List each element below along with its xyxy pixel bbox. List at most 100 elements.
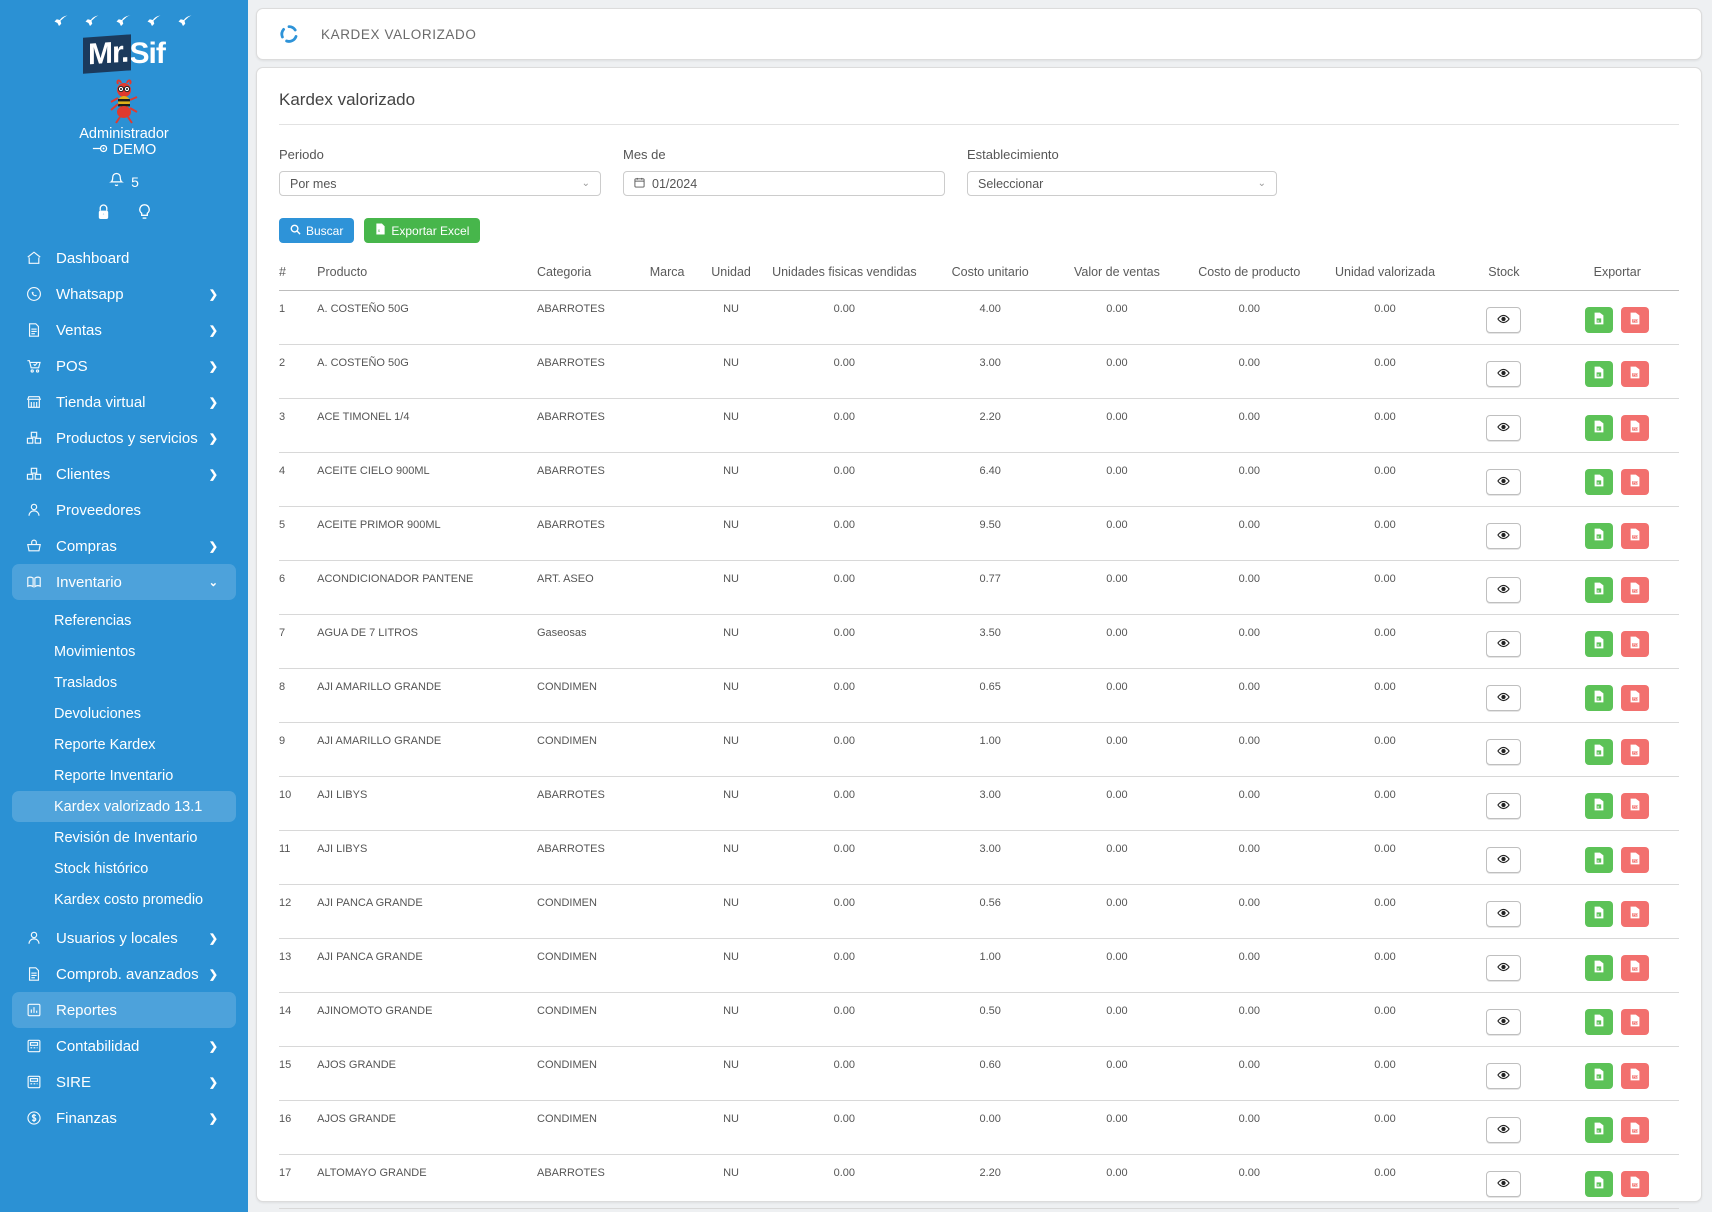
sidebar-item-usuarios-y-locales[interactable]: Usuarios y locales ❯ (12, 920, 236, 956)
export-row-pdf-button[interactable]: PDF (1621, 1117, 1650, 1143)
export-row-excel-button[interactable]: x (1585, 361, 1614, 387)
export-row-pdf-button[interactable]: PDF (1621, 469, 1650, 495)
export-row-pdf-button[interactable]: PDF (1621, 739, 1650, 765)
export-row-excel-button[interactable]: x (1585, 739, 1614, 765)
bulb-icon[interactable] (137, 203, 152, 226)
sidebar-item-comprob-avanzados[interactable]: Comprob. avanzados ❯ (12, 956, 236, 992)
lock-icon[interactable] (96, 203, 111, 226)
cell-costo-unitario: 0.77 (927, 560, 1053, 615)
sidebar-subitem-traslados[interactable]: Traslados (12, 667, 236, 698)
view-stock-button[interactable] (1486, 307, 1522, 333)
view-stock-button[interactable] (1486, 955, 1522, 981)
sidebar-item-contabilidad[interactable]: Contabilidad ❯ (12, 1028, 236, 1064)
sidebar-item-inventario[interactable]: Inventario ⌄ (12, 564, 236, 600)
export-row-excel-button[interactable]: x (1585, 955, 1614, 981)
view-stock-button[interactable] (1486, 1063, 1522, 1089)
view-stock-button[interactable] (1486, 523, 1522, 549)
export-row-excel-button[interactable]: x (1585, 1063, 1614, 1089)
sidebar-subitem-reporte-inventario[interactable]: Reporte Inventario (12, 760, 236, 791)
sidebar-subitem-revision-de-inventario[interactable]: Revisión de Inventario (12, 822, 236, 853)
sidebar-item-sire[interactable]: SIRE ❯ (12, 1064, 236, 1100)
view-stock-button[interactable] (1486, 685, 1522, 711)
sidebar-subitem-kardex-costo-promedio[interactable]: Kardex costo promedio (12, 884, 236, 915)
table-row: 5 ACEITE PRIMOR 900ML ABARROTES NU 0.00 9.50 0… (279, 506, 1679, 561)
sidebar-subitem-reporte-kardex[interactable]: Reporte Kardex (12, 729, 236, 760)
export-row-excel-button[interactable]: x (1585, 307, 1614, 333)
export-row-excel-button[interactable]: x (1585, 1117, 1614, 1143)
view-stock-button[interactable] (1486, 1009, 1522, 1035)
view-stock-button[interactable] (1486, 847, 1522, 873)
cell-valor-de-ventas: 0.00 (1052, 668, 1181, 723)
export-row-excel-button[interactable]: x (1585, 1009, 1614, 1035)
cell-exportar: x PDF (1555, 290, 1679, 345)
sidebar-subitem-stock-historico[interactable]: Stock histórico (12, 853, 236, 884)
periodo-select[interactable]: Por mes ⌄ (279, 171, 601, 196)
establecimiento-select[interactable]: Seleccionar ⌄ (967, 171, 1277, 196)
view-stock-button[interactable] (1486, 469, 1522, 495)
notification-count: 5 (131, 174, 139, 190)
view-stock-button[interactable] (1486, 1117, 1522, 1143)
cell-stock (1452, 830, 1556, 885)
export-row-excel-button[interactable]: x (1585, 631, 1614, 657)
view-stock-button[interactable] (1486, 631, 1522, 657)
export-row-excel-button[interactable]: x (1585, 1171, 1614, 1197)
chevron-right-icon: ❯ (208, 1040, 218, 1053)
sidebar-subitem-movimientos[interactable]: Movimientos (12, 636, 236, 667)
sidebar-item-pos[interactable]: POS ❯ (12, 348, 236, 384)
cell-valor-de-ventas: 0.00 (1052, 290, 1181, 345)
export-row-pdf-button[interactable]: PDF (1621, 955, 1650, 981)
export-row-pdf-button[interactable]: PDF (1621, 901, 1650, 927)
export-row-pdf-button[interactable]: PDF (1621, 793, 1650, 819)
sidebar-item-dashboard[interactable]: Dashboard (12, 240, 236, 276)
export-row-pdf-button[interactable]: PDF (1621, 577, 1650, 603)
export-row-excel-button[interactable]: x (1585, 901, 1614, 927)
cell-exportar: x PDF (1555, 884, 1679, 939)
export-row-excel-button[interactable]: x (1585, 415, 1614, 441)
export-row-pdf-button[interactable]: PDF (1621, 1063, 1650, 1089)
cell-marca (633, 830, 701, 885)
rocket-icon (146, 14, 164, 32)
view-stock-button[interactable] (1486, 415, 1522, 441)
svg-text:x: x (1598, 480, 1600, 485)
view-stock-button[interactable] (1486, 793, 1522, 819)
cell-exportar: x PDF (1555, 452, 1679, 507)
sidebar-item-whatsapp[interactable]: Whatsapp ❯ (12, 276, 236, 312)
sidebar-subitem-kardex-valorizado[interactable]: Kardex valorizado 13.1 (12, 791, 236, 822)
sidebar-item-proveedores[interactable]: Proveedores (12, 492, 236, 528)
export-row-excel-button[interactable]: x (1585, 847, 1614, 873)
export-row-pdf-button[interactable]: PDF (1621, 631, 1650, 657)
export-row-pdf-button[interactable]: PDF (1621, 415, 1650, 441)
export-row-pdf-button[interactable]: PDF (1621, 523, 1650, 549)
sidebar-item-clientes[interactable]: Clientes ❯ (12, 456, 236, 492)
view-stock-button[interactable] (1486, 1171, 1522, 1197)
notifications[interactable]: 5 (0, 172, 248, 192)
export-row-pdf-button[interactable]: PDF (1621, 847, 1650, 873)
view-stock-button[interactable] (1486, 577, 1522, 603)
view-stock-button[interactable] (1486, 739, 1522, 765)
export-row-excel-button[interactable]: x (1585, 469, 1614, 495)
export-row-pdf-button[interactable]: PDF (1621, 1009, 1650, 1035)
mes-de-input[interactable]: 01/2024 (623, 171, 945, 196)
export-row-excel-button[interactable]: x (1585, 685, 1614, 711)
sidebar-item-finanzas[interactable]: Finanzas ❯ (12, 1100, 236, 1136)
sidebar-item-reportes[interactable]: Reportes (12, 992, 236, 1028)
view-stock-button[interactable] (1486, 361, 1522, 387)
sidebar-subitem-referencias[interactable]: Referencias (12, 605, 236, 636)
export-row-excel-button[interactable]: x (1585, 793, 1614, 819)
export-row-excel-button[interactable]: x (1585, 577, 1614, 603)
sidebar-item-ventas[interactable]: Ventas ❯ (12, 312, 236, 348)
bell-icon[interactable] (109, 172, 124, 192)
table-row: 10 AJI LIBYS ABARROTES NU 0.00 3.00 0.00 0.00 0.… (279, 776, 1679, 831)
export-excel-button[interactable]: x Exportar Excel (364, 218, 481, 243)
export-row-pdf-button[interactable]: PDF (1621, 307, 1650, 333)
export-row-pdf-button[interactable]: PDF (1621, 685, 1650, 711)
sidebar-item-tienda-virtual[interactable]: Tienda virtual ❯ (12, 384, 236, 420)
export-row-excel-button[interactable]: x (1585, 523, 1614, 549)
export-row-pdf-button[interactable]: PDF (1621, 361, 1650, 387)
export-row-pdf-button[interactable]: PDF (1621, 1171, 1650, 1197)
view-stock-button[interactable] (1486, 901, 1522, 927)
sidebar-subitem-devoluciones[interactable]: Devoluciones (12, 698, 236, 729)
sidebar-item-compras[interactable]: Compras ❯ (12, 528, 236, 564)
search-button[interactable]: Buscar (279, 218, 355, 243)
sidebar-item-productos-y-servicios[interactable]: Productos y servicios ❯ (12, 420, 236, 456)
